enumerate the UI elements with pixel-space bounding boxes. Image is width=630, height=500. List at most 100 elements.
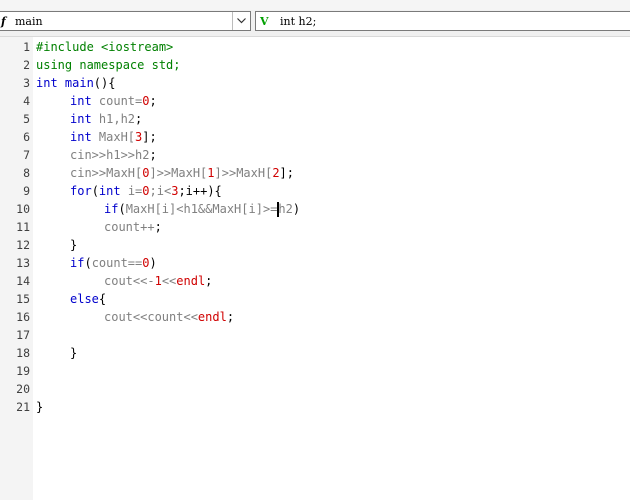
code-token: ;i< <box>149 184 172 198</box>
code-token: endl <box>176 274 206 288</box>
function-select-dropdown-button[interactable] <box>232 12 250 30</box>
line-number: 16 <box>16 310 30 324</box>
variable-icon: V <box>260 14 269 28</box>
line-number: 17 <box>16 328 30 342</box>
line-number: 1 <box>23 40 30 54</box>
code-line[interactable]: 12} <box>0 236 630 254</box>
code-text: } <box>70 236 77 254</box>
code-line[interactable]: 18} <box>0 344 630 362</box>
code-token: (){ <box>93 76 116 90</box>
code-line[interactable]: 1 #include <iostream> <box>0 38 630 56</box>
code-line[interactable]: 20 <box>0 380 630 398</box>
line-number: 11 <box>16 220 30 234</box>
code-token: ) <box>292 202 301 216</box>
code-line[interactable]: 5 int h1,h2; <box>0 110 630 128</box>
code-token: ( <box>91 184 99 198</box>
line-number: 19 <box>16 364 30 378</box>
code-token: using namespace <box>36 58 152 72</box>
code-line[interactable]: 9 for(int i=0;i<3;i++){ <box>0 182 630 200</box>
code-text: int count=0; <box>70 92 157 110</box>
code-line[interactable]: 14 cout<<-1<<endl; <box>0 272 630 290</box>
code-token: cout<<- <box>104 274 155 288</box>
code-line[interactable]: 16 cout<<count<<endl; <box>0 308 630 326</box>
code-text: if(MaxH[i]<h1&&MaxH[i]>=h2) <box>104 200 300 218</box>
line-number: 14 <box>16 274 30 288</box>
code-line[interactable]: 7 cin>>h1>>h2; <box>0 146 630 164</box>
line-number: 21 <box>16 400 30 414</box>
code-token: h2 <box>278 202 293 216</box>
code-text: cout<<-1<<endl; <box>104 272 212 290</box>
code-token: ( <box>118 202 126 216</box>
line-number: 5 <box>23 112 30 126</box>
code-text: cin>>MaxH[0]>>MaxH[1]>>MaxH[2]; <box>70 164 294 182</box>
code-line[interactable]: 4 int count=0; <box>0 92 630 110</box>
editor-toolbar: f main V int h2; <box>0 0 630 37</box>
code-text: else{ <box>70 290 106 308</box>
code-token: i= <box>127 184 143 198</box>
code-token: int <box>70 94 99 108</box>
code-line[interactable]: 19 <box>0 362 630 380</box>
code-text: cin>>h1>>h2; <box>70 146 157 164</box>
code-line[interactable]: 13 if(count==0) <box>0 254 630 272</box>
code-token: 2 <box>272 166 280 180</box>
code-token: count++ <box>104 220 155 234</box>
variable-select-value: int h2; <box>280 14 317 28</box>
line-number: 12 <box>16 238 30 252</box>
code-line[interactable]: 10 if(MaxH[i]<h1&&MaxH[i]>=h2) <box>0 200 630 218</box>
code-token: count== <box>91 256 143 270</box>
code-line[interactable]: 3 int main(){ <box>0 74 630 92</box>
code-line[interactable]: 2 using namespace std; <box>0 56 630 74</box>
code-token: 0 <box>142 184 150 198</box>
code-token: if <box>104 202 119 216</box>
code-editor[interactable]: 1 #include <iostream> 2 using namespace std… <box>0 37 630 500</box>
code-line[interactable]: 15 else{ <box>0 290 630 308</box>
code-token: int main <box>36 76 94 90</box>
code-token: ]>>MaxH[ <box>214 166 273 180</box>
code-token: ]; <box>279 166 294 180</box>
code-token: cin>>MaxH[ <box>70 166 143 180</box>
line-number: 20 <box>16 382 30 396</box>
line-number: 18 <box>16 346 30 360</box>
code-token: { <box>98 292 107 306</box>
code-text: } <box>70 344 77 362</box>
code-token: else <box>70 292 99 306</box>
line-number: 6 <box>23 130 30 144</box>
code-token: cout<<count<< <box>104 310 198 324</box>
code-text: if(count==0) <box>70 254 157 272</box>
code-token: ; <box>154 220 162 234</box>
toolbar-top-strip <box>0 0 630 10</box>
code-line[interactable]: 17 <box>0 326 630 344</box>
code-token: } <box>70 238 78 252</box>
line-number: 2 <box>23 58 30 72</box>
function-select[interactable]: f main <box>0 11 251 31</box>
code-token: ; <box>226 310 235 324</box>
code-token: ; <box>205 274 213 288</box>
code-text: using namespace std; <box>36 56 181 74</box>
code-text: int main(){ <box>36 74 115 92</box>
code-token: std; <box>151 58 181 72</box>
chevron-down-icon <box>237 18 246 24</box>
code-token: ) <box>149 256 157 270</box>
line-number: 10 <box>16 202 30 216</box>
code-line[interactable]: 11 count++; <box>0 218 630 236</box>
code-text: count++; <box>104 218 162 236</box>
code-token: 0 <box>142 256 150 270</box>
code-token: ; <box>135 112 143 126</box>
code-line[interactable]: 8 cin>>MaxH[0]>>MaxH[1]>>MaxH[2]; <box>0 164 630 182</box>
code-line[interactable]: 6 int MaxH[3]; <box>0 128 630 146</box>
code-text: for(int i=0;i<3;i++){ <box>70 182 222 200</box>
code-token: } <box>70 346 78 360</box>
code-line[interactable]: 21} <box>0 398 630 416</box>
line-number: 3 <box>23 76 30 90</box>
code-token: ; <box>149 148 157 162</box>
code-token: int <box>98 184 128 198</box>
variable-select[interactable]: V int h2; <box>255 11 630 31</box>
code-token: if <box>70 256 85 270</box>
code-token: 1 <box>154 274 162 288</box>
code-token: int <box>70 130 99 144</box>
code-token: 1 <box>207 166 215 180</box>
code-token: ;i++){ <box>178 184 222 198</box>
code-token: endl <box>197 310 227 324</box>
code-token: ]>>MaxH[ <box>149 166 208 180</box>
function-select-value: main <box>15 14 43 28</box>
